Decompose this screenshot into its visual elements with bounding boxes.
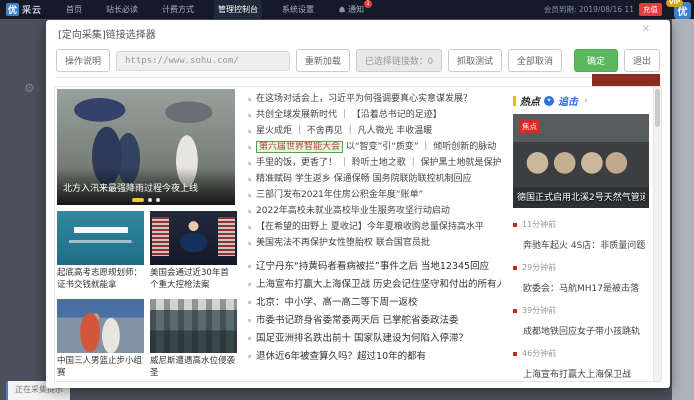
scrollbar-thumb[interactable] xyxy=(655,89,660,127)
hot-item-title[interactable]: 奔驰车起火 4S店：非质量问题 xyxy=(523,238,649,251)
selector-toolbar: 操作说明 重新加载 已选择链接数：0 抓取测试 全部取消 确定 退出 xyxy=(56,44,660,78)
hot-item-time: 39分钟前 xyxy=(513,305,649,316)
app-logo-text: 采云 xyxy=(22,3,42,16)
notification-badge: 1 xyxy=(364,0,372,8)
app-logo-icon[interactable]: 优 xyxy=(6,3,19,16)
hot-item-list: 11分钟前奔驰车起火 4S店：非质量问题 29分钟前欧委会：马航MH17是被击落 3… xyxy=(513,219,649,380)
carousel-dots xyxy=(57,198,235,202)
news-item[interactable]: 退休近6年被查算久吗？超过10年的都有 xyxy=(247,348,501,366)
headline-column: 在这场对话会上，习近平为何强调要真心实意谋发展？共创全球发展新时代 ｜ 【沿着总… xyxy=(235,87,513,381)
hot-item-time: 11分钟前 xyxy=(513,219,649,230)
news-list: 在这场对话会上，习近平为何强调要真心实意谋发展？共创全球发展新时代 ｜ 【沿着总… xyxy=(247,91,501,366)
hot-item-title[interactable]: 欧委会：马航MH17是被击落 xyxy=(523,281,649,294)
card-caption[interactable]: 起底高考志愿规划师：证书交钱就能拿 xyxy=(57,268,144,292)
dialog-title: [定向采集]链接选择器 xyxy=(58,26,156,41)
hot-panel-header[interactable]: 热点 ✦ 追击 › xyxy=(513,93,649,108)
red-square-bullet xyxy=(513,352,517,356)
vip-badge: VIP xyxy=(666,0,683,7)
confirm-button[interactable]: 确定 xyxy=(574,49,618,72)
hot-item[interactable]: 11分钟前奔驰车起火 4S店：非质量问题 xyxy=(513,219,649,251)
accent-bar xyxy=(513,96,516,106)
hot-item-title[interactable]: 成都地铁回应女子带小孩跳轨 xyxy=(523,324,649,337)
featured-image-pipeline[interactable]: 焦点 德国正式启用北溪2号天然气管道 xyxy=(513,114,649,208)
news-item[interactable]: 上海宣布打赢大上海保卫战 历史会记住坚守和付出的所有人 xyxy=(247,276,501,294)
red-square-bullet xyxy=(513,223,517,227)
page-red-banner xyxy=(592,74,660,86)
nav-item-webmaster-guide[interactable]: 站长必读 xyxy=(102,0,142,19)
carousel-dot[interactable] xyxy=(148,198,152,202)
carousel-dot[interactable] xyxy=(156,198,160,202)
nav-item-pricing[interactable]: 计费方式 xyxy=(158,0,198,19)
news-item[interactable]: 星火成炬 ｜ 不舍再见 ｜ 凡人微光 丰收温暖 xyxy=(247,123,501,139)
hot-item[interactable]: 29分钟前欧委会：马航MH17是被击落 xyxy=(513,262,649,294)
nav-item-notifications[interactable]: 通知 1 xyxy=(334,0,368,19)
card-caption[interactable]: 威尼斯遭遇高水位侵袭 圣 xyxy=(150,356,237,380)
recharge-button[interactable]: 充值 xyxy=(639,3,662,16)
hot-target-icon: ✦ xyxy=(544,96,554,106)
card-thumbnail-venice[interactable] xyxy=(150,299,237,353)
content-scrollbar[interactable] xyxy=(653,87,661,381)
news-item[interactable]: 市委书记跻身省委常委两天后 已掌舵省委政法委 xyxy=(247,312,501,330)
exit-button[interactable]: 退出 xyxy=(624,49,660,72)
news-item[interactable]: 美国宪法不再保护女性堕胎权 联合国官员批 xyxy=(247,235,501,251)
chevron-right-icon: › xyxy=(584,96,588,106)
focus-tag: 焦点 xyxy=(519,120,540,133)
hot-item-title[interactable]: 上海宣布打赢大上海保卫战 xyxy=(523,367,649,380)
top-navbar: 优 采云 首页 站长必读 计费方式 管理控制台 系统设置 通知 1 会员到期: … xyxy=(0,0,694,19)
hot-panel: 热点 ✦ 追击 › 焦点 德国正式启用北溪2号天然气管道 11分钟前奔驰车起火 … xyxy=(513,87,653,381)
card-caption[interactable]: 中国三人男篮止步小组赛 xyxy=(57,356,144,380)
hot-item-time: 29分钟前 xyxy=(513,262,649,273)
link-selector-dialog: [定向采集]链接选择器 ✕ 操作说明 重新加载 已选择链接数：0 抓取测试 全部… xyxy=(46,20,670,388)
featured-caption[interactable]: 德国正式启用北溪2号天然气管道 xyxy=(517,190,645,203)
bell-icon xyxy=(338,6,346,14)
hot-item[interactable]: 39分钟前成都地铁回应女子带小孩跳轨 xyxy=(513,305,649,337)
news-item[interactable]: 【在希望的田野上 夏收记】今年夏粮收购总量保持高水平 xyxy=(247,219,501,235)
cancel-all-button[interactable]: 全部取消 xyxy=(508,49,562,72)
red-square-bullet xyxy=(513,266,517,270)
news-item[interactable]: 三部门发布2021年住房公积金年度“账单” xyxy=(247,187,501,203)
close-icon[interactable]: ✕ xyxy=(642,24,650,35)
card-thumbnail-exam[interactable] xyxy=(57,211,144,265)
news-item[interactable]: 精准赋码 学生返乡 保通保畅 国务院联防联控机制回应 xyxy=(247,171,501,187)
test-capture-button[interactable]: 抓取测试 xyxy=(448,49,502,72)
news-item[interactable]: 国足亚洲排名跌出前十 国家队建设为何陷入停滞？ xyxy=(247,330,501,348)
news-item[interactable]: 在这场对话会上，习近平为何强调要真心实意谋发展？ xyxy=(247,91,501,107)
sohu-page-frame: 北方入汛来最强降雨过程今夜上线 起底高考志愿规划师：证书交钱就能拿 美国会通过近… xyxy=(54,86,662,382)
hot-label-right: 追击 xyxy=(558,93,578,108)
gear-icon: ⚙ xyxy=(24,81,35,95)
card-thumbnail-basketball[interactable] xyxy=(57,299,144,353)
card-caption[interactable]: 美国会通过近30年首个重大控枪法案 xyxy=(150,268,237,292)
member-expiry-text: 会员到期: 2019/08/16 11 xyxy=(544,4,634,15)
nav-item-settings[interactable]: 系统设置 xyxy=(278,0,318,19)
hot-item-time: 46分钟前 xyxy=(513,348,649,359)
photo-column: 北方入汛来最强降雨过程今夜上线 起底高考志愿规划师：证书交钱就能拿 美国会通过近… xyxy=(55,87,235,381)
underlying-page-strip xyxy=(672,19,694,400)
news-item[interactable]: 共创全球发展新时代 ｜ 【沿着总书记的足迹】 xyxy=(247,107,501,123)
hero-image-rainstorm[interactable]: 北方入汛来最强降雨过程今夜上线 xyxy=(57,89,235,205)
news-item[interactable]: 2022年高校未就业高校毕业生服务攻坚行动启动 xyxy=(247,203,501,219)
nav-item-label: 通知 xyxy=(348,4,364,15)
news-item[interactable]: 手里的饭，更香了！ ｜ 聆听土地之歌 ｜ 保护黑土地就是保护每个… xyxy=(247,155,501,171)
news-item[interactable]: 辽宁丹东“持黄码者看病被拦”事件之后 当地12345回应 xyxy=(247,258,501,276)
red-square-bullet xyxy=(513,309,517,313)
nav-item-console[interactable]: 管理控制台 xyxy=(214,0,262,19)
vip-avatar[interactable]: 优 VIP xyxy=(674,2,691,19)
card-thumbnail-podium[interactable] xyxy=(150,211,237,265)
carousel-dot-active[interactable] xyxy=(132,198,144,202)
photo-grid: 起底高考志愿规划师：证书交钱就能拿 美国会通过近30年首个重大控枪法案 中国三人… xyxy=(57,211,235,382)
selected-count-button: 已选择链接数：0 xyxy=(356,49,442,72)
reload-button[interactable]: 重新加载 xyxy=(296,49,350,72)
hot-label-left: 热点 xyxy=(520,93,540,108)
nav-menu: 首页 站长必读 计费方式 管理控制台 系统设置 通知 1 xyxy=(62,0,368,19)
selected-link-highlight[interactable]: 第六届世界智能大会 xyxy=(256,141,343,153)
nav-item-home[interactable]: 首页 xyxy=(62,0,86,19)
help-button[interactable]: 操作说明 xyxy=(56,49,110,72)
url-input[interactable] xyxy=(116,51,290,71)
news-item[interactable]: 北京：中小学、高一高二等下周一返校 xyxy=(247,294,501,312)
hot-item[interactable]: 46分钟前上海宣布打赢大上海保卫战 xyxy=(513,348,649,380)
news-item[interactable]: 第六届世界智能大会 以“智变”引“质变” ｜ 倾听创新的脉动 xyxy=(247,139,501,155)
